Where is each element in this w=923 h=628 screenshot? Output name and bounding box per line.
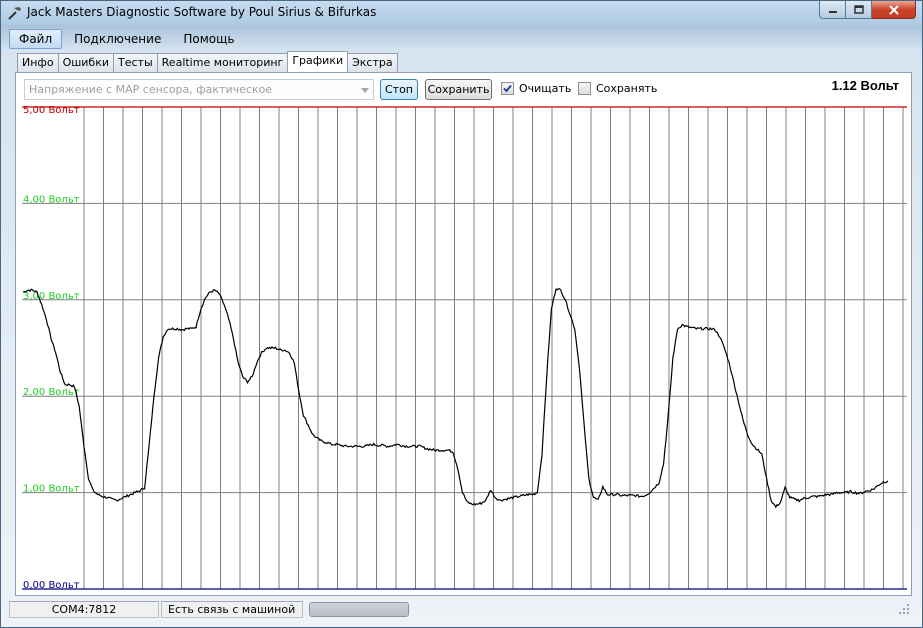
y-tick-label: 2,00 Вольт bbox=[23, 387, 80, 398]
clear-checkbox-label: Очищать bbox=[519, 82, 572, 95]
y-tick-label: 5,00 Вольт bbox=[23, 105, 80, 116]
graph-toolbar: Напряжение с MAP сенсора, фактическое Ст… bbox=[16, 73, 911, 107]
tab-realtime[interactable]: Realtime мониторинг bbox=[156, 53, 289, 72]
vertical-grid bbox=[83, 107, 904, 589]
chevron-down-icon bbox=[361, 88, 369, 93]
hammer-icon bbox=[8, 7, 21, 20]
progress-bar bbox=[309, 601, 409, 617]
status-bar: COM4:7812 Есть связь с машиной bbox=[9, 599, 912, 619]
keep-checkbox[interactable]: Сохранять bbox=[578, 82, 657, 95]
parameter-select[interactable]: Напряжение с MAP сенсора, фактическое bbox=[24, 79, 374, 100]
voltage-chart: 0,00 Вольт 1,00 Вольт 2,00 Вольт 3,00 Вольт… bbox=[22, 105, 907, 591]
y-tick-label: 1,00 Вольт bbox=[23, 484, 80, 495]
checkmark-icon bbox=[503, 84, 512, 93]
window-title: Jack Masters Diagnostic Software by Poul… bbox=[27, 5, 377, 19]
clear-checkbox-box[interactable] bbox=[501, 82, 514, 95]
maximize-button[interactable] bbox=[846, 1, 872, 19]
y-axis-labels: 0,00 Вольт 1,00 Вольт 2,00 Вольт 3,00 Вольт… bbox=[23, 105, 80, 591]
minimize-button[interactable] bbox=[819, 1, 846, 19]
maximize-icon bbox=[853, 5, 864, 14]
graphs-panel: Напряжение с MAP сенсора, фактическое Ст… bbox=[15, 72, 912, 596]
tab-info[interactable]: Инфо bbox=[17, 53, 59, 72]
tab-tests[interactable]: Тесты bbox=[113, 53, 158, 72]
save-button[interactable]: Сохранить bbox=[425, 79, 492, 100]
menu-file[interactable]: Файл bbox=[9, 29, 63, 49]
status-connection: Есть связь с машиной bbox=[161, 600, 303, 618]
tab-graphs[interactable]: Графики bbox=[287, 51, 349, 72]
resize-grip-icon[interactable] bbox=[898, 603, 910, 615]
status-port: COM4:7812 bbox=[9, 600, 159, 618]
current-value-readout: 1.12 Вольт bbox=[831, 78, 899, 93]
close-button[interactable] bbox=[872, 1, 916, 19]
tab-errors[interactable]: Ошибки bbox=[57, 53, 115, 72]
y-tick-label: 3,00 Вольт bbox=[23, 291, 80, 302]
parameter-select-value: Напряжение с MAP сенсора, фактическое bbox=[29, 83, 273, 96]
menu-bar: Файл Подключение Помощь bbox=[9, 29, 914, 49]
menu-connection[interactable]: Подключение bbox=[64, 29, 171, 49]
y-tick-label: 0,00 Вольт bbox=[23, 580, 80, 591]
keep-checkbox-box[interactable] bbox=[578, 82, 591, 95]
tab-strip: Инфо Ошибки Тесты Realtime мониторинг Гр… bbox=[17, 51, 398, 72]
horizontal-grid bbox=[22, 106, 907, 590]
menu-help[interactable]: Помощь bbox=[173, 29, 244, 49]
progress-fill bbox=[310, 602, 408, 616]
window-controls bbox=[819, 1, 916, 19]
voltage-trace bbox=[22, 287, 889, 509]
clear-checkbox[interactable]: Очищать bbox=[501, 82, 571, 95]
title-bar[interactable]: Jack Masters Diagnostic Software by Poul… bbox=[1, 1, 922, 25]
close-icon bbox=[888, 4, 899, 15]
app-window: Jack Masters Diagnostic Software by Poul… bbox=[0, 0, 923, 628]
tab-extra[interactable]: Экстра bbox=[347, 53, 398, 72]
minimize-icon bbox=[828, 10, 837, 13]
y-tick-label: 4,00 Вольт bbox=[23, 194, 80, 205]
stop-button[interactable]: Стоп bbox=[380, 79, 418, 100]
keep-checkbox-label: Сохранять bbox=[596, 82, 658, 95]
